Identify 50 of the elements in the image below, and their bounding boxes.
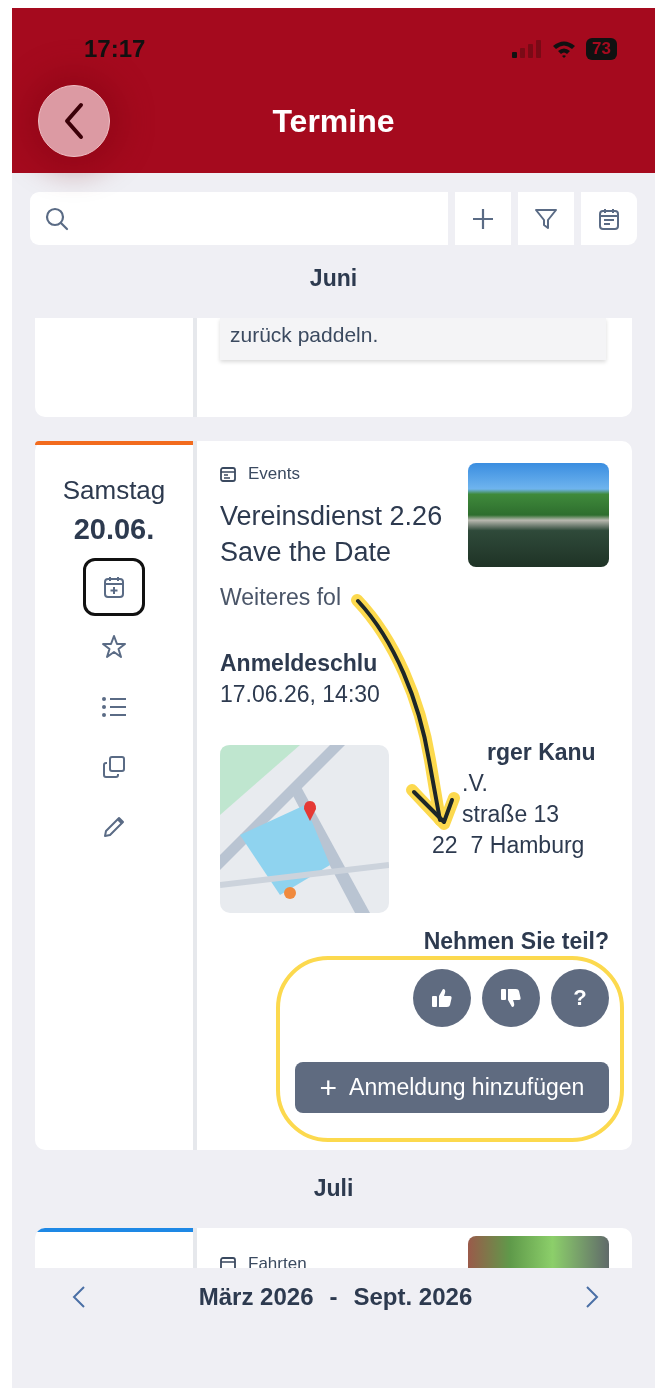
- deadline-label: Anmeldeschlu: [220, 649, 379, 678]
- event-note: zurück paddeln.: [220, 318, 606, 360]
- event-category: Events: [248, 464, 300, 484]
- thumbs-up-icon: [430, 986, 454, 1010]
- page-title: Termine: [272, 102, 395, 140]
- event-description: Weiteres fol: [220, 583, 342, 612]
- event-date: 20.06.: [73, 512, 155, 546]
- add-registration-button[interactable]: + Anmeldung hinzufügen: [295, 1062, 609, 1113]
- filter-icon: [534, 206, 558, 231]
- maybe-button[interactable]: ?: [551, 969, 609, 1027]
- calendar-add-button[interactable]: [83, 558, 145, 616]
- thumbs-down-button[interactable]: [482, 969, 540, 1027]
- wifi-icon: [552, 40, 577, 58]
- calendar-icon: [220, 466, 236, 482]
- address-line: rger Kanu: [487, 738, 596, 767]
- event-title: Save the Date: [220, 536, 393, 569]
- month-heading: Juli: [312, 1174, 355, 1203]
- thumbs-up-button[interactable]: [413, 969, 471, 1027]
- address-line: 7 Hamburg: [470, 831, 585, 860]
- address-line: .V.: [462, 769, 488, 798]
- address-line: 22: [432, 831, 458, 860]
- battery-indicator: 73: [586, 38, 617, 60]
- search-icon: [44, 205, 70, 232]
- event-category: Fahrten: [248, 1253, 307, 1268]
- chevron-left-icon: [72, 1285, 86, 1309]
- range-start: März 2026: [198, 1282, 314, 1312]
- calendar-icon: [220, 1255, 236, 1268]
- thumbs-down-icon: [499, 986, 523, 1010]
- event-weekday: Samstag: [62, 475, 166, 505]
- calendar-icon: [597, 206, 621, 231]
- deadline-value: 17.06.26, 14:30: [220, 680, 381, 709]
- search-field[interactable]: [30, 192, 448, 245]
- star-icon: [101, 634, 127, 660]
- range-end: Sept. 2026: [353, 1282, 473, 1312]
- signal-icon: [512, 40, 543, 58]
- address-line: straße 13: [462, 800, 560, 829]
- add-button[interactable]: [455, 192, 511, 245]
- copy-icon: [102, 755, 126, 779]
- filter-button[interactable]: [518, 192, 574, 245]
- calendar-plus-icon: [102, 575, 126, 599]
- event-title: Vereinsdienst 2.26: [220, 500, 443, 533]
- participation-question: Nehmen Sie teil?: [422, 927, 609, 955]
- range-separator: -: [329, 1282, 338, 1312]
- list-icon: [101, 695, 127, 719]
- month-heading: Juni: [308, 264, 359, 293]
- status-time: 17:17: [84, 35, 146, 63]
- chevron-right-icon: [585, 1285, 599, 1309]
- plus-icon: [471, 206, 495, 231]
- calendar-button[interactable]: [581, 192, 637, 245]
- pencil-icon: [102, 815, 126, 839]
